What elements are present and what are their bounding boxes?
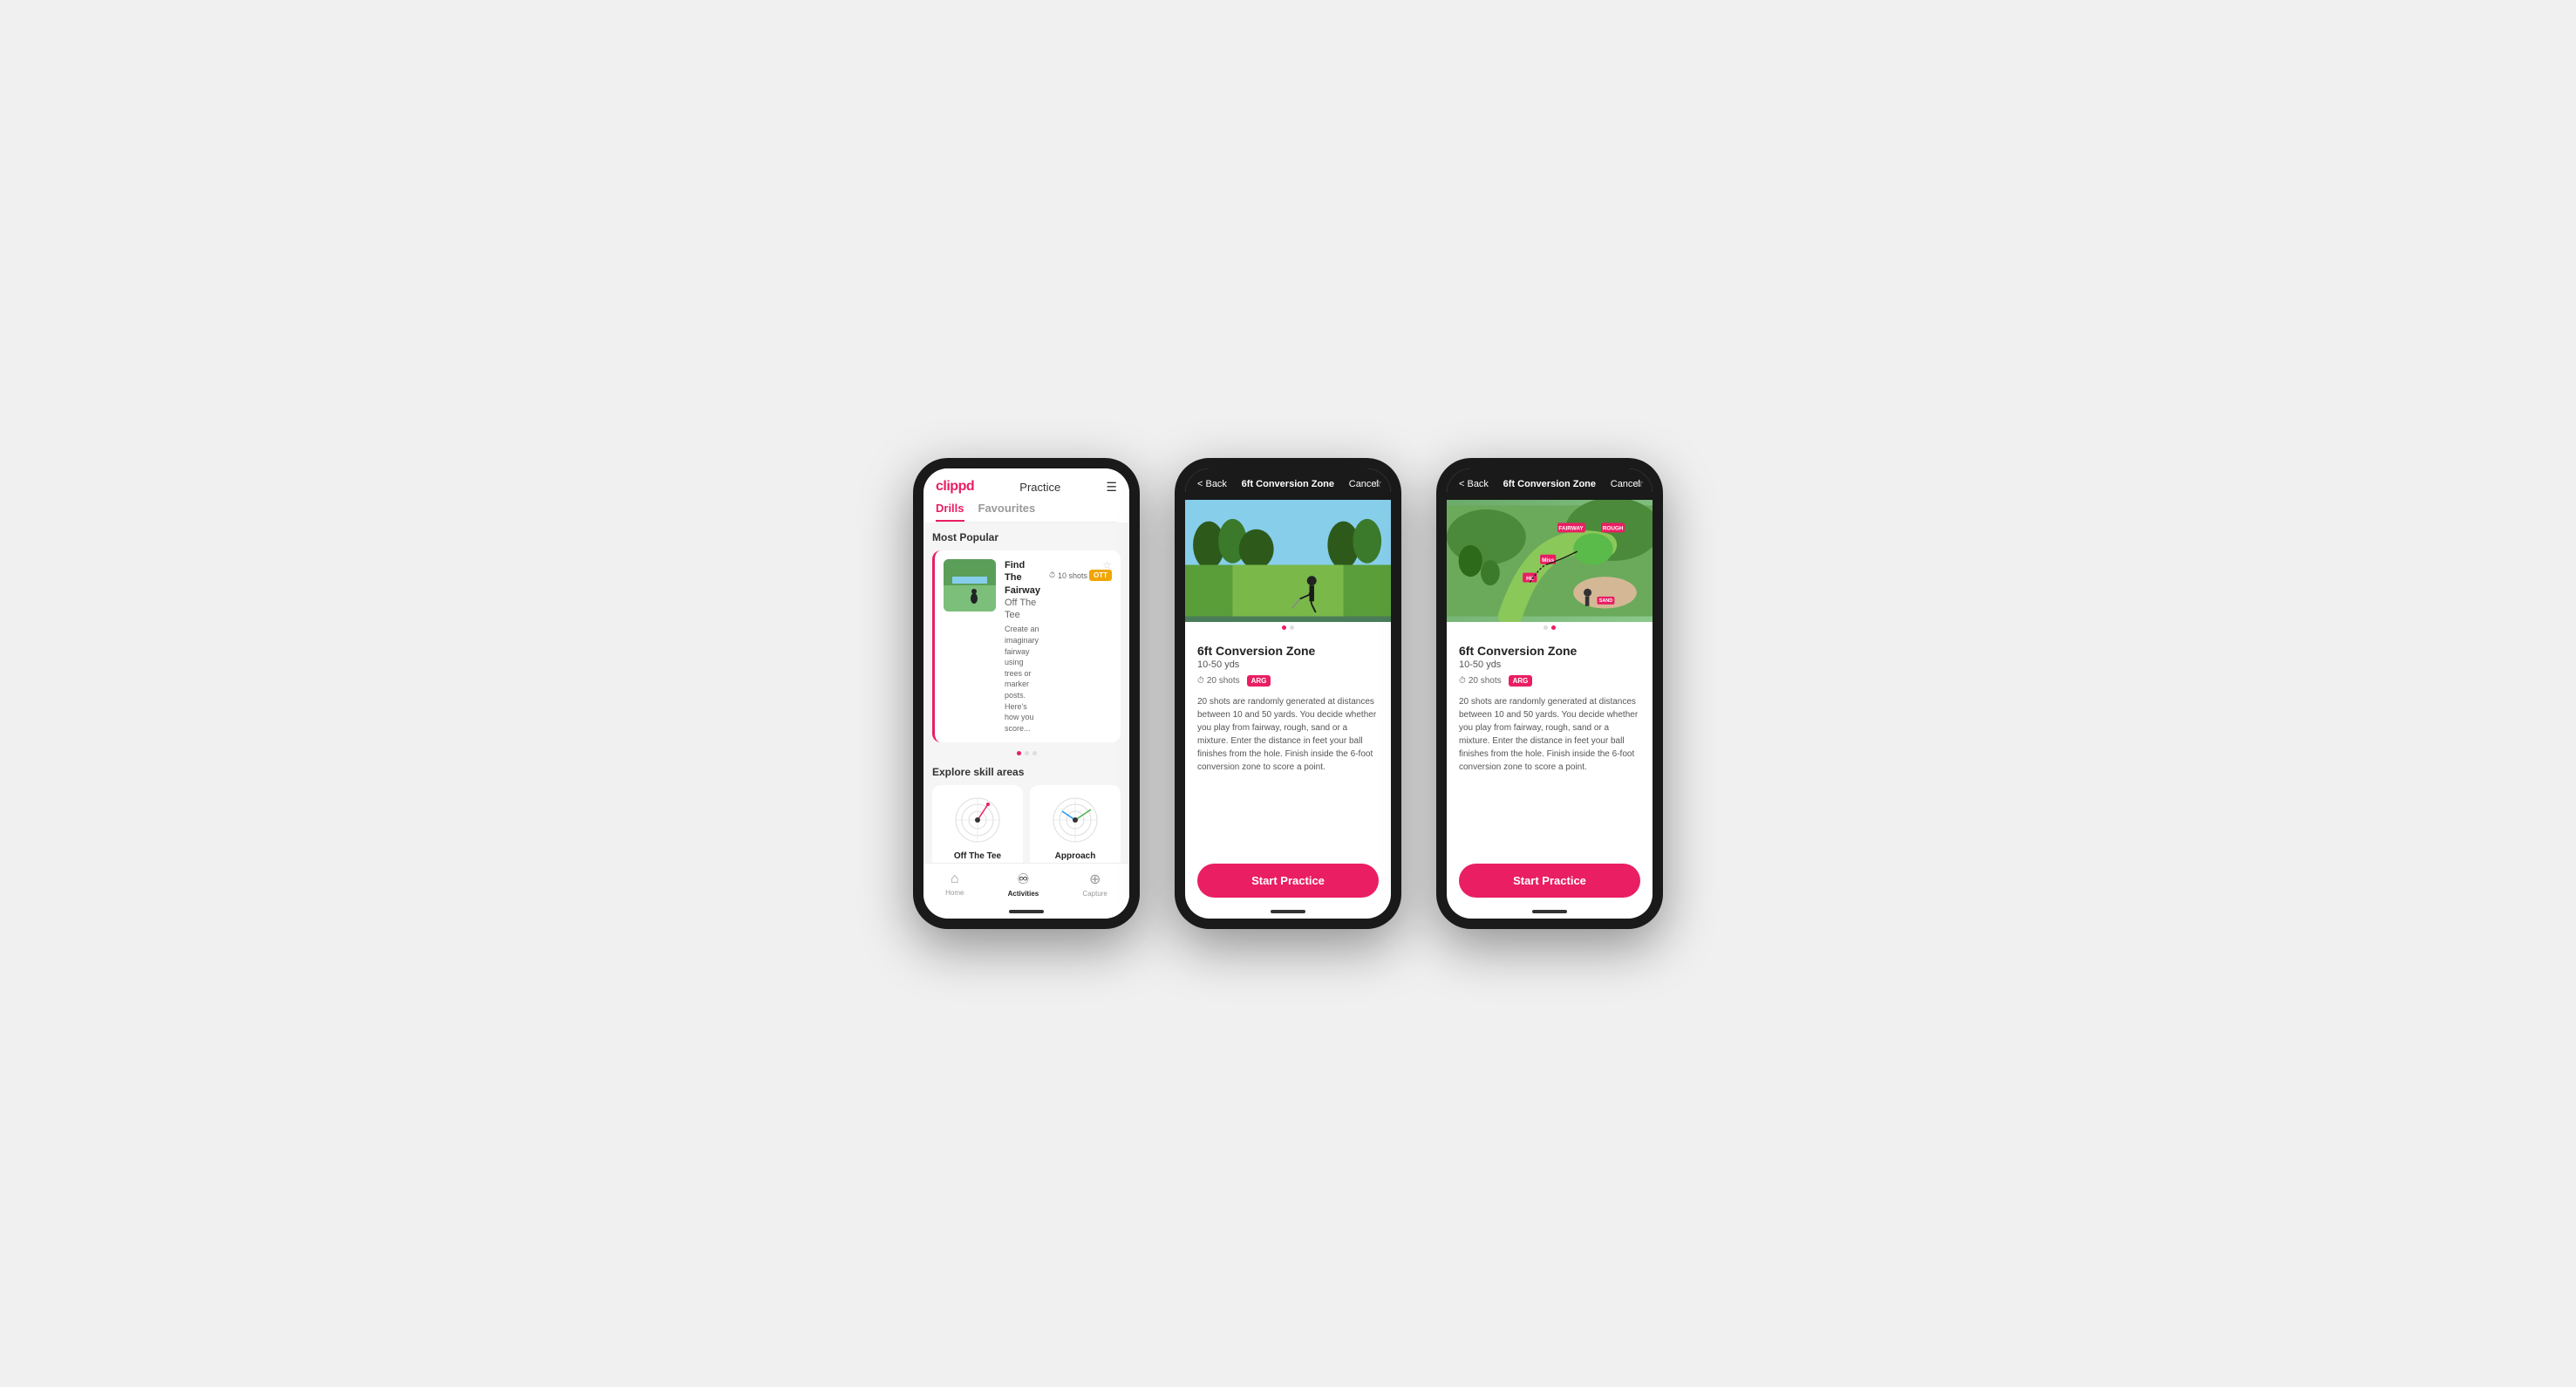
- page-title: Practice: [1019, 481, 1060, 494]
- shots-info: ⏱ 10 shots: [1049, 571, 1087, 580]
- drill-map: FAIRWAY ROUGH Hit Miss: [1447, 500, 1653, 622]
- capture-icon: ⊕: [1089, 871, 1101, 888]
- phones-container: clippd Practice ☰ Drills Favourites Most…: [913, 458, 1663, 929]
- shots-meta-2: ⏱ 20 shots: [1197, 676, 1240, 686]
- detail-header-3: < Back 6ft Conversion Zone Cancel: [1447, 468, 1653, 500]
- phone1-content: Most Popular: [923, 523, 1129, 863]
- image-dots-2: [1185, 622, 1391, 633]
- tab-favourites[interactable]: Favourites: [978, 502, 1036, 522]
- img-dot-1: [1282, 625, 1286, 630]
- shots-meta-3: ⏱ 20 shots: [1459, 676, 1502, 686]
- skill-grid: Off The Tee Power and accuracy: [932, 785, 1121, 863]
- img-dot-3-1: [1544, 625, 1548, 630]
- phone-3-screen: < Back 6ft Conversion Zone Cancel: [1447, 468, 1653, 919]
- drill-yardage-3: 10-50 yds: [1459, 659, 1577, 670]
- nav-home[interactable]: ⌂ Home: [945, 871, 964, 897]
- drill-name-block-3: 6ft Conversion Zone 10-50 yds: [1459, 644, 1577, 670]
- skill-name-ott: Off The Tee: [954, 851, 1001, 861]
- drill-photo: [1185, 500, 1391, 622]
- drill-thumbnail: [944, 559, 996, 612]
- favourite-icon[interactable]: ☆: [1102, 559, 1112, 571]
- detail-content-3: 6ft Conversion Zone 10-50 yds ☆ ⏱ 20 sho…: [1447, 633, 1653, 855]
- phone-2: < Back 6ft Conversion Zone Cancel: [1175, 458, 1401, 929]
- app-logo: clippd: [936, 479, 974, 495]
- dot-3: [1032, 751, 1037, 755]
- drill-meta-3: ⏱ 20 shots ARG: [1459, 675, 1640, 687]
- home-indicator: [1009, 910, 1044, 913]
- home-icon: ⌂: [951, 871, 959, 887]
- phone-1: clippd Practice ☰ Drills Favourites Most…: [913, 458, 1140, 929]
- drill-name-block: 6ft Conversion Zone 10-50 yds: [1197, 644, 1315, 670]
- tab-drills[interactable]: Drills: [936, 502, 964, 522]
- back-button-2[interactable]: < Back: [1197, 479, 1227, 489]
- svg-text:FAIRWAY: FAIRWAY: [1558, 526, 1584, 532]
- svg-text:ROUGH: ROUGH: [1603, 526, 1624, 532]
- nav-home-label: Home: [945, 889, 964, 897]
- drill-meta-2: ⏱ 20 shots ARG: [1197, 675, 1379, 687]
- home-indicator-3: [1532, 910, 1567, 913]
- phone-3: < Back 6ft Conversion Zone Cancel: [1436, 458, 1663, 929]
- drill-info: Find The Fairway Off The Tee Create an i…: [1005, 559, 1040, 734]
- image-dots-3: [1447, 622, 1653, 633]
- bottom-nav: ⌂ Home ♾ Activities ⊕ Capture: [923, 863, 1129, 906]
- drill-name-2: 6ft Conversion Zone: [1197, 644, 1315, 658]
- drill-desc-3: 20 shots are randomly generated at dista…: [1459, 695, 1640, 774]
- skill-name-approach: Approach: [1055, 851, 1096, 861]
- img-dot-3-2: [1551, 625, 1556, 630]
- detail-title-3: 6ft Conversion Zone: [1503, 479, 1596, 489]
- phone1-header: clippd Practice ☰: [923, 468, 1129, 495]
- drill-title: Find The Fairway Off The Tee: [1005, 559, 1040, 621]
- featured-drill-card[interactable]: Find The Fairway Off The Tee Create an i…: [932, 550, 1121, 742]
- arg-badge-3: ARG: [1509, 675, 1533, 687]
- drill-name-row-3: 6ft Conversion Zone 10-50 yds ☆: [1459, 644, 1640, 670]
- activities-icon: ♾: [1017, 871, 1029, 888]
- menu-icon[interactable]: ☰: [1106, 480, 1117, 495]
- nav-capture[interactable]: ⊕ Capture: [1082, 871, 1107, 898]
- detail-content-2: 6ft Conversion Zone 10-50 yds ☆ ⏱ 20 sho…: [1185, 633, 1391, 855]
- clock-icon: ⏱: [1049, 571, 1055, 580]
- svg-text:SAND: SAND: [1599, 598, 1612, 604]
- phone-2-screen: < Back 6ft Conversion Zone Cancel: [1185, 468, 1391, 919]
- arg-badge-2: ARG: [1247, 675, 1271, 687]
- home-indicator-2: [1271, 910, 1305, 913]
- phone-1-screen: clippd Practice ☰ Drills Favourites Most…: [923, 468, 1129, 919]
- detail-header-2: < Back 6ft Conversion Zone Cancel: [1185, 468, 1391, 500]
- most-popular-label: Most Popular: [932, 531, 1121, 543]
- img-dot-2: [1290, 625, 1294, 630]
- tabs-row: Drills Favourites: [923, 495, 1129, 522]
- start-practice-button-2[interactable]: Start Practice: [1197, 864, 1379, 898]
- drill-name-row: 6ft Conversion Zone 10-50 yds ☆: [1197, 644, 1379, 670]
- clock-icon-3: ⏱: [1459, 676, 1466, 686]
- explore-label: Explore skill areas: [932, 766, 1121, 778]
- drill-yardage-2: 10-50 yds: [1197, 659, 1315, 670]
- clock-icon-2: ⏱: [1197, 676, 1204, 686]
- dot-1: [1017, 751, 1021, 755]
- skill-card-approach[interactable]: Approach Dial-in to hit the green: [1030, 785, 1121, 863]
- explore-section: Explore skill areas: [932, 766, 1121, 863]
- drill-desc-2: 20 shots are randomly generated at dista…: [1197, 695, 1379, 774]
- detail-title-2: 6ft Conversion Zone: [1242, 479, 1334, 489]
- back-button-3[interactable]: < Back: [1459, 479, 1489, 489]
- drill-description: Create an imaginary fairway using trees …: [1005, 624, 1040, 734]
- nav-activities-label: Activities: [1008, 890, 1039, 898]
- skill-card-ott[interactable]: Off The Tee Power and accuracy: [932, 785, 1023, 863]
- nav-capture-label: Capture: [1082, 890, 1107, 898]
- dot-2: [1025, 751, 1029, 755]
- nav-activities[interactable]: ♾ Activities: [1008, 871, 1039, 898]
- drill-name-3: 6ft Conversion Zone: [1459, 644, 1577, 658]
- start-practice-button-3[interactable]: Start Practice: [1459, 864, 1640, 898]
- carousel-dots: [932, 748, 1121, 759]
